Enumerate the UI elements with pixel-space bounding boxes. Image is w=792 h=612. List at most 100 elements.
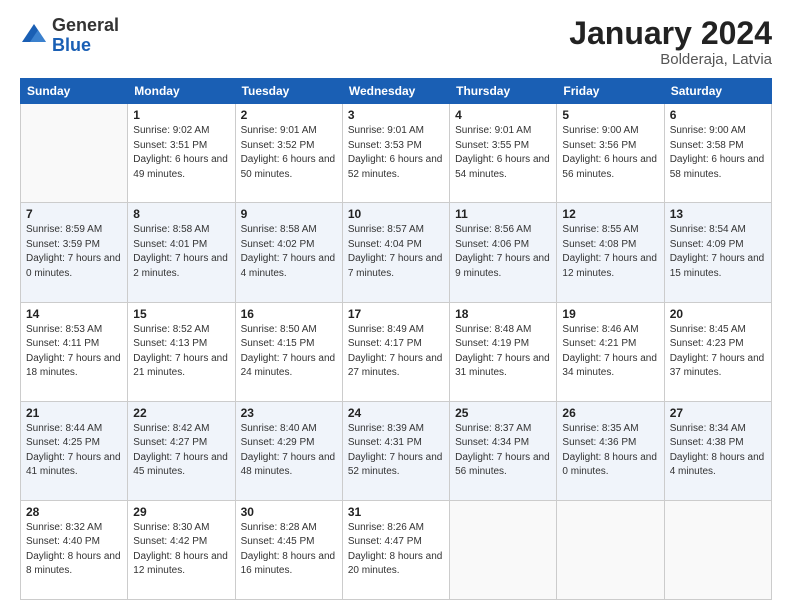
- day-number: 27: [670, 406, 766, 420]
- logo-blue-text: Blue: [52, 35, 91, 55]
- day-info: Sunrise: 8:49 AM Sunset: 4:17 PM Dayligh…: [348, 323, 444, 381]
- day-header-tuesday: Tuesday: [235, 79, 342, 104]
- day-header-sunday: Sunday: [21, 79, 128, 104]
- calendar-cell: 26 Sunrise: 8:35 AM Sunset: 4:36 PM Dayli…: [557, 401, 664, 500]
- calendar-cell: 24 Sunrise: 8:39 AM Sunset: 4:31 PM Dayli…: [342, 401, 449, 500]
- calendar-cell: [664, 500, 771, 599]
- calendar-cell: [450, 500, 557, 599]
- logo-general-text: General: [52, 15, 119, 35]
- day-number: 14: [26, 307, 122, 321]
- day-info: Sunrise: 9:01 AM Sunset: 3:55 PM Dayligh…: [455, 124, 551, 182]
- calendar-cell: 1Sunrise: 9:02 AM Sunset: 3:51 PM Daylig…: [128, 104, 235, 203]
- day-number: 19: [562, 307, 658, 321]
- calendar-cell: 12 Sunrise: 8:55 AM Sunset: 4:08 PM Dayli…: [557, 203, 664, 302]
- calendar-cell: 8 Sunrise: 8:58 AM Sunset: 4:01 PM Daylig…: [128, 203, 235, 302]
- calendar-cell: 15Sunrise: 8:52 AM Sunset: 4:13 PM Dayli…: [128, 302, 235, 401]
- day-header-thursday: Thursday: [450, 79, 557, 104]
- day-number: 30: [241, 505, 337, 519]
- day-info: Sunrise: 8:50 AM Sunset: 4:15 PM Dayligh…: [241, 323, 337, 381]
- calendar-cell: 21Sunrise: 8:44 AM Sunset: 4:25 PM Dayli…: [21, 401, 128, 500]
- calendar-cell: 22 Sunrise: 8:42 AM Sunset: 4:27 PM Dayli…: [128, 401, 235, 500]
- day-info: Sunrise: 8:45 AM Sunset: 4:23 PM Dayligh…: [670, 323, 766, 381]
- day-number: 28: [26, 505, 122, 519]
- day-info: Sunrise: 8:58 AM Sunset: 4:01 PM Dayligh…: [133, 223, 229, 281]
- day-info: Sunrise: 8:39 AM Sunset: 4:31 PM Dayligh…: [348, 422, 444, 480]
- calendar-cell: [557, 500, 664, 599]
- day-number: 16: [241, 307, 337, 321]
- day-number: 8: [133, 207, 229, 221]
- day-info: Sunrise: 8:55 AM Sunset: 4:08 PM Dayligh…: [562, 223, 658, 281]
- day-info: Sunrise: 8:56 AM Sunset: 4:06 PM Dayligh…: [455, 223, 551, 281]
- calendar-cell: [21, 104, 128, 203]
- day-number: 24: [348, 406, 444, 420]
- day-number: 22: [133, 406, 229, 420]
- day-info: Sunrise: 8:59 AM Sunset: 3:59 PM Dayligh…: [26, 223, 122, 281]
- calendar-week-row: 21Sunrise: 8:44 AM Sunset: 4:25 PM Dayli…: [21, 401, 772, 500]
- calendar-week-row: 14 Sunrise: 8:53 AM Sunset: 4:11 PM Dayli…: [21, 302, 772, 401]
- day-header-monday: Monday: [128, 79, 235, 104]
- calendar-cell: 19 Sunrise: 8:46 AM Sunset: 4:21 PM Dayli…: [557, 302, 664, 401]
- calendar-cell: 16 Sunrise: 8:50 AM Sunset: 4:15 PM Dayli…: [235, 302, 342, 401]
- day-info: Sunrise: 8:40 AM Sunset: 4:29 PM Dayligh…: [241, 422, 337, 480]
- calendar-cell: 7 Sunrise: 8:59 AM Sunset: 3:59 PM Daylig…: [21, 203, 128, 302]
- day-info: Sunrise: 8:32 AM Sunset: 4:40 PM Dayligh…: [26, 521, 122, 579]
- calendar-cell: 31 Sunrise: 8:26 AM Sunset: 4:47 PM Dayli…: [342, 500, 449, 599]
- day-info: Sunrise: 8:35 AM Sunset: 4:36 PM Dayligh…: [562, 422, 658, 480]
- calendar-cell: 3 Sunrise: 9:01 AM Sunset: 3:53 PM Daylig…: [342, 104, 449, 203]
- day-info: Sunrise: 9:00 AM Sunset: 3:56 PM Dayligh…: [562, 124, 658, 182]
- calendar-week-row: 1Sunrise: 9:02 AM Sunset: 3:51 PM Daylig…: [21, 104, 772, 203]
- logo-icon: [20, 22, 48, 50]
- day-info: Sunrise: 9:01 AM Sunset: 3:53 PM Dayligh…: [348, 124, 444, 182]
- calendar-cell: 6 Sunrise: 9:00 AM Sunset: 3:58 PM Daylig…: [664, 104, 771, 203]
- day-header-friday: Friday: [557, 79, 664, 104]
- day-number: 15: [133, 307, 229, 321]
- day-info: Sunrise: 8:30 AM Sunset: 4:42 PM Dayligh…: [133, 521, 229, 579]
- calendar-cell: 10 Sunrise: 8:57 AM Sunset: 4:04 PM Dayli…: [342, 203, 449, 302]
- day-number: 10: [348, 207, 444, 221]
- day-info: Sunrise: 8:57 AM Sunset: 4:04 PM Dayligh…: [348, 223, 444, 281]
- day-info: Sunrise: 8:28 AM Sunset: 4:45 PM Dayligh…: [241, 521, 337, 579]
- day-number: 29: [133, 505, 229, 519]
- title-block: January 2024 Bolderaja, Latvia: [569, 16, 772, 68]
- day-info: Sunrise: 8:53 AM Sunset: 4:11 PM Dayligh…: [26, 323, 122, 381]
- calendar-cell: 2Sunrise: 9:01 AM Sunset: 3:52 PM Daylig…: [235, 104, 342, 203]
- day-number: 6: [670, 108, 766, 122]
- calendar-cell: 13Sunrise: 8:54 AM Sunset: 4:09 PM Dayli…: [664, 203, 771, 302]
- day-number: 5: [562, 108, 658, 122]
- day-number: 9: [241, 207, 337, 221]
- day-number: 21: [26, 406, 122, 420]
- day-info: Sunrise: 8:42 AM Sunset: 4:27 PM Dayligh…: [133, 422, 229, 480]
- day-info: Sunrise: 8:58 AM Sunset: 4:02 PM Dayligh…: [241, 223, 337, 281]
- day-number: 7: [26, 207, 122, 221]
- day-number: 18: [455, 307, 551, 321]
- day-info: Sunrise: 8:54 AM Sunset: 4:09 PM Dayligh…: [670, 223, 766, 281]
- calendar-cell: 4Sunrise: 9:01 AM Sunset: 3:55 PM Daylig…: [450, 104, 557, 203]
- calendar-week-row: 28 Sunrise: 8:32 AM Sunset: 4:40 PM Dayli…: [21, 500, 772, 599]
- calendar-week-row: 7 Sunrise: 8:59 AM Sunset: 3:59 PM Daylig…: [21, 203, 772, 302]
- day-number: 12: [562, 207, 658, 221]
- calendar-cell: 5 Sunrise: 9:00 AM Sunset: 3:56 PM Daylig…: [557, 104, 664, 203]
- day-info: Sunrise: 9:00 AM Sunset: 3:58 PM Dayligh…: [670, 124, 766, 182]
- day-info: Sunrise: 8:46 AM Sunset: 4:21 PM Dayligh…: [562, 323, 658, 381]
- day-number: 25: [455, 406, 551, 420]
- day-number: 31: [348, 505, 444, 519]
- day-info: Sunrise: 8:34 AM Sunset: 4:38 PM Dayligh…: [670, 422, 766, 480]
- calendar-cell: 25 Sunrise: 8:37 AM Sunset: 4:34 PM Dayli…: [450, 401, 557, 500]
- calendar-cell: 11Sunrise: 8:56 AM Sunset: 4:06 PM Dayli…: [450, 203, 557, 302]
- calendar-cell: 28 Sunrise: 8:32 AM Sunset: 4:40 PM Dayli…: [21, 500, 128, 599]
- calendar-table: SundayMondayTuesdayWednesdayThursdayFrid…: [20, 78, 772, 600]
- day-info: Sunrise: 8:26 AM Sunset: 4:47 PM Dayligh…: [348, 521, 444, 579]
- day-number: 3: [348, 108, 444, 122]
- calendar-cell: 18Sunrise: 8:48 AM Sunset: 4:19 PM Dayli…: [450, 302, 557, 401]
- day-number: 1: [133, 108, 229, 122]
- day-number: 20: [670, 307, 766, 321]
- calendar-cell: 9 Sunrise: 8:58 AM Sunset: 4:02 PM Daylig…: [235, 203, 342, 302]
- day-number: 26: [562, 406, 658, 420]
- day-info: Sunrise: 8:37 AM Sunset: 4:34 PM Dayligh…: [455, 422, 551, 480]
- location: Bolderaja, Latvia: [569, 51, 772, 68]
- day-number: 2: [241, 108, 337, 122]
- calendar-header-row: SundayMondayTuesdayWednesdayThursdayFrid…: [21, 79, 772, 104]
- day-number: 23: [241, 406, 337, 420]
- page: General Blue January 2024 Bolderaja, Lat…: [0, 0, 792, 612]
- calendar-cell: 27 Sunrise: 8:34 AM Sunset: 4:38 PM Dayli…: [664, 401, 771, 500]
